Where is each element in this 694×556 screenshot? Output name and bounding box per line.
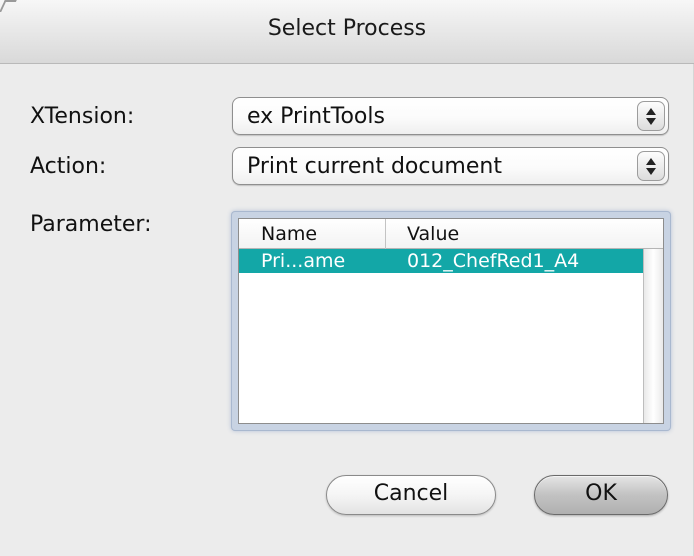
action-label: Action: bbox=[30, 154, 107, 179]
select-process-dialog: Select Process XTension: ex PrintTools A… bbox=[0, 0, 694, 556]
popup-arrows-icon bbox=[637, 151, 665, 181]
xtension-popup[interactable]: ex PrintTools bbox=[232, 97, 669, 135]
dialog-title: Select Process bbox=[267, 16, 427, 41]
cancel-button[interactable]: Cancel bbox=[326, 475, 496, 515]
action-popup[interactable]: Print current document bbox=[232, 147, 669, 185]
action-popup-value: Print current document bbox=[247, 154, 502, 179]
popup-arrows-icon bbox=[637, 101, 665, 131]
dialog-titlebar: Select Process bbox=[0, 0, 694, 64]
parameter-table-scrollbar[interactable] bbox=[643, 249, 663, 423]
window-corner-mark bbox=[0, 0, 17, 12]
column-divider bbox=[385, 219, 386, 249]
column-header-name[interactable]: Name bbox=[261, 223, 317, 245]
parameter-label: Parameter: bbox=[30, 212, 152, 237]
row-value-cell: 012_ChefRed1_A4 bbox=[407, 250, 580, 272]
ok-button[interactable]: OK bbox=[534, 475, 668, 515]
table-row[interactable]: Pri...ame 012_ChefRed1_A4 bbox=[239, 249, 643, 273]
xtension-popup-value: ex PrintTools bbox=[247, 104, 385, 129]
parameter-table-focus-ring: Name Value Pri...ame 012_ChefRed1_A4 bbox=[232, 212, 670, 430]
xtension-label: XTension: bbox=[30, 104, 135, 129]
parameter-table[interactable]: Name Value Pri...ame 012_ChefRed1_A4 bbox=[238, 218, 664, 424]
column-header-value[interactable]: Value bbox=[407, 223, 459, 245]
row-name-cell: Pri...ame bbox=[261, 250, 346, 272]
parameter-table-header: Name Value bbox=[239, 219, 663, 249]
